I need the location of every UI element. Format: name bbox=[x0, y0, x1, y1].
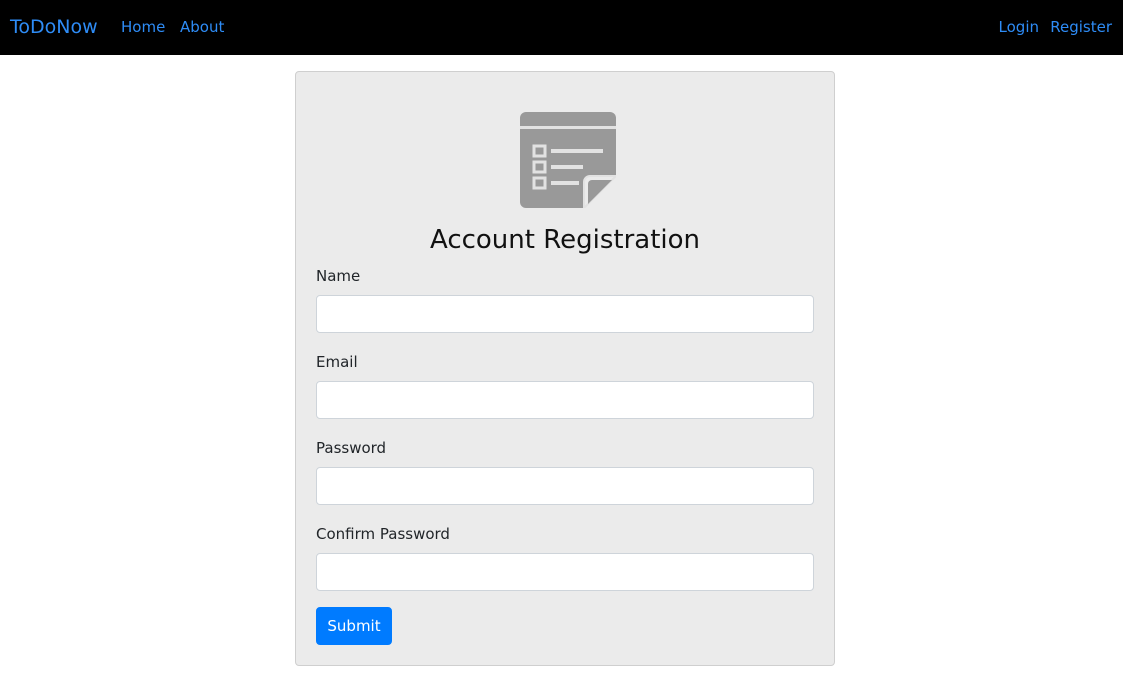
confirm-password-field[interactable] bbox=[316, 553, 814, 591]
top-navbar: ToDoNow Home About Login Register bbox=[0, 0, 1123, 55]
confirm-password-label: Confirm Password bbox=[316, 525, 450, 543]
page-title: Account Registration bbox=[429, 225, 701, 255]
password-field[interactable] bbox=[316, 467, 814, 505]
submit-button[interactable]: Submit bbox=[316, 607, 392, 645]
brand-link[interactable]: ToDoNow bbox=[10, 0, 98, 55]
nav-login-link[interactable]: Login bbox=[999, 0, 1039, 55]
email-label: Email bbox=[316, 353, 358, 371]
nav-about-link[interactable]: About bbox=[180, 0, 224, 55]
password-label: Password bbox=[316, 439, 387, 457]
todo-list-icon bbox=[520, 112, 616, 208]
nav-home-link[interactable]: Home bbox=[121, 0, 165, 55]
nav-register-link[interactable]: Register bbox=[1050, 0, 1112, 55]
name-label: Name bbox=[316, 267, 361, 285]
registration-card: Account Registration Name Email Password… bbox=[295, 71, 835, 666]
name-field[interactable] bbox=[316, 295, 814, 333]
email-field[interactable] bbox=[316, 381, 814, 419]
